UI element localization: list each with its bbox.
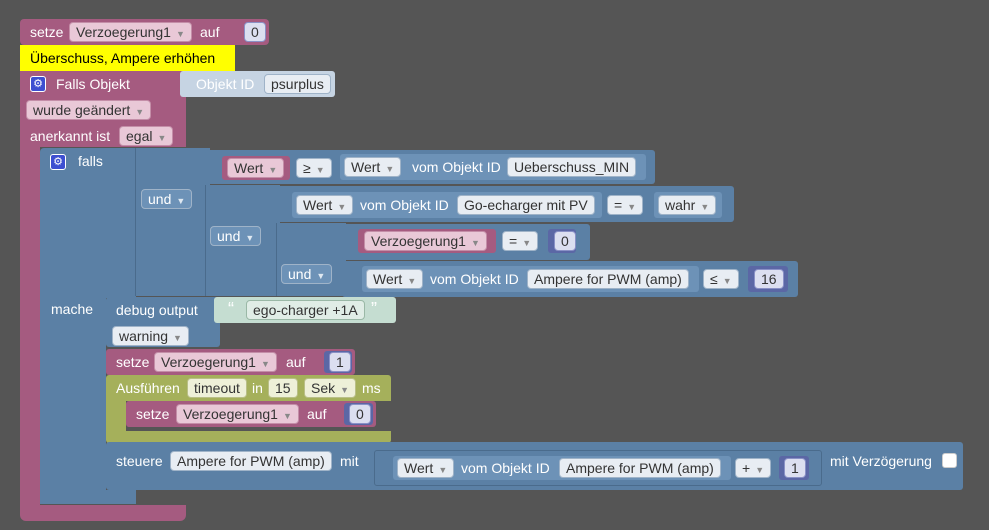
object-id-field[interactable]: Ampere for PWM (amp)	[527, 269, 689, 289]
timeout-block[interactable]: Ausführen timeout in 15 Sek ▼ ms	[106, 375, 391, 401]
level-dropdown[interactable]: warning ▼	[112, 326, 189, 346]
text-block[interactable]: “ ego-charger +1A ”	[214, 297, 396, 323]
comment-block[interactable]: Überschuss, Ampere erhöhen	[20, 45, 235, 71]
operator-dropdown[interactable]: = ▼	[502, 231, 539, 251]
ack-label: anerkannt ist	[30, 128, 111, 144]
open-quote-icon: “	[228, 299, 234, 319]
if-bottom	[40, 490, 136, 504]
mit-label: mit	[340, 453, 359, 469]
set-keyword: setze	[116, 354, 150, 370]
object-id-label: vom Objekt ID	[461, 460, 550, 476]
and-block[interactable]	[276, 223, 346, 296]
object-id-label: vom Objekt ID	[430, 271, 519, 287]
comment-text: Überschuss, Ampere erhöhen	[30, 50, 216, 66]
object-value-block[interactable]: Wert ▼ vom Objekt ID Ampere for PWM (amp)	[362, 266, 699, 292]
set-variable-block[interactable]: setze Verzoegerung1 ▼ auf 0	[20, 19, 269, 45]
object-id-field[interactable]: Ampere for PWM (amp)	[559, 458, 721, 478]
gear-icon[interactable]: ⚙	[30, 76, 46, 92]
timeout-body	[106, 401, 126, 431]
number-block[interactable]: 16	[748, 266, 788, 292]
object-value-block[interactable]: Wert ▼ vom Objekt ID Go-echarger mit PV	[292, 192, 602, 218]
execute-label: Ausführen	[116, 380, 180, 396]
value-dropdown[interactable]: Wert ▼	[366, 269, 424, 289]
trigger-body	[20, 147, 40, 507]
gear-icon[interactable]: ⚙	[50, 154, 66, 170]
value-dropdown[interactable]: Wert ▼	[344, 157, 402, 177]
changed-dropdown[interactable]: wurde geändert ▼	[26, 100, 152, 120]
object-id-label: Objekt ID	[196, 76, 255, 92]
if-body	[40, 298, 106, 494]
and-dropdown[interactable]: und ▼	[141, 189, 193, 209]
operator-dropdown[interactable]: ≥ ▼	[296, 158, 332, 178]
object-id-field[interactable]: Ampere for PWM (amp)	[170, 451, 332, 471]
object-id-block[interactable]: Objekt ID psurplus	[180, 71, 335, 97]
in-label: in	[252, 380, 263, 396]
number-field[interactable]: 1	[329, 352, 351, 372]
auf-keyword: auf	[307, 406, 327, 422]
if-block[interactable]	[40, 148, 136, 298]
value-dropdown[interactable]: Wert ▼	[296, 195, 354, 215]
trigger-bottom	[20, 505, 186, 521]
math-operator-dropdown[interactable]: + ▼	[735, 458, 772, 478]
object-id-field[interactable]: Go-echarger mit PV	[457, 195, 595, 215]
ack-dropdown[interactable]: egal ▼	[119, 126, 174, 146]
and-block[interactable]	[135, 148, 210, 296]
variable-dropdown[interactable]: Verzoegerung1 ▼	[364, 231, 487, 251]
trigger-label: Falls Objekt	[56, 76, 130, 92]
operator-dropdown[interactable]: = ▼	[607, 195, 644, 215]
number-field[interactable]: 0	[244, 22, 266, 42]
variable-dropdown[interactable]: Verzoegerung1 ▼	[154, 352, 277, 372]
set-variable-block[interactable]: setze Verzoegerung1 ▼ auf 1	[106, 349, 355, 375]
boolean-dropdown[interactable]: wahr ▼	[658, 195, 717, 215]
number-block[interactable]: 1	[779, 456, 809, 480]
number-field[interactable]: 1	[784, 458, 806, 478]
object-id-label: vom Objekt ID	[360, 197, 449, 213]
variable-block[interactable]: Verzoegerung1 ▼	[358, 229, 496, 253]
math-block[interactable]: Wert ▼ vom Objekt ID Ampere for PWM (amp)…	[374, 450, 822, 486]
object-id-label: vom Objekt ID	[412, 159, 501, 175]
object-id-field[interactable]: Ueberschuss_MIN	[507, 157, 637, 177]
timeout-name-field[interactable]: timeout	[187, 378, 247, 398]
auf-keyword: auf	[286, 354, 306, 370]
object-value-block[interactable]: Wert ▼ vom Objekt ID Ampere for PWM (amp)	[393, 456, 731, 480]
number-field[interactable]: 0	[349, 404, 371, 424]
ms-label: ms	[362, 380, 381, 396]
value-dropdown[interactable]: Wert ▼	[227, 158, 285, 178]
number-field[interactable]: 0	[554, 231, 576, 251]
variable-dropdown[interactable]: Verzoegerung1 ▼	[176, 404, 299, 424]
object-value-block[interactable]: Wert ▼ vom Objekt ID Ueberschuss_MIN	[340, 154, 646, 180]
number-field[interactable]: 16	[754, 269, 784, 289]
number-block[interactable]: 0	[548, 229, 576, 253]
close-quote-icon: ”	[371, 299, 377, 319]
number-block[interactable]: 0	[344, 403, 373, 425]
set-keyword: setze	[136, 406, 170, 422]
unit-dropdown[interactable]: Sek ▼	[304, 378, 357, 398]
and-dropdown[interactable]: und ▼	[210, 226, 262, 246]
and-dropdown[interactable]: und ▼	[281, 264, 333, 284]
debug-block[interactable]: debug output warning ▼	[106, 297, 220, 347]
control-label: steuere	[116, 453, 163, 469]
set-keyword: setze	[30, 24, 64, 40]
timeout-value-field[interactable]: 15	[268, 378, 298, 398]
number-block[interactable]: 1	[324, 351, 352, 373]
text-field[interactable]: ego-charger +1A	[246, 300, 365, 320]
value-dropdown[interactable]: Wert ▼	[397, 458, 455, 478]
delay-checkbox[interactable]	[942, 453, 957, 468]
variable-dropdown[interactable]: Verzoegerung1 ▼	[69, 22, 192, 42]
do-label: mache	[51, 301, 94, 317]
delay-label: mit Verzögerung	[830, 453, 932, 469]
debug-label: debug output	[116, 302, 198, 318]
auf-keyword: auf	[200, 24, 220, 40]
object-id-field[interactable]: psurplus	[264, 74, 331, 94]
operator-dropdown[interactable]: ≤ ▼	[703, 269, 739, 289]
set-variable-block[interactable]: setze Verzoegerung1 ▼ auf 0	[126, 401, 376, 427]
value-block[interactable]: Wert ▼	[222, 156, 290, 180]
boolean-block[interactable]: wahr ▼	[654, 192, 722, 218]
if-label: falls	[78, 153, 103, 169]
